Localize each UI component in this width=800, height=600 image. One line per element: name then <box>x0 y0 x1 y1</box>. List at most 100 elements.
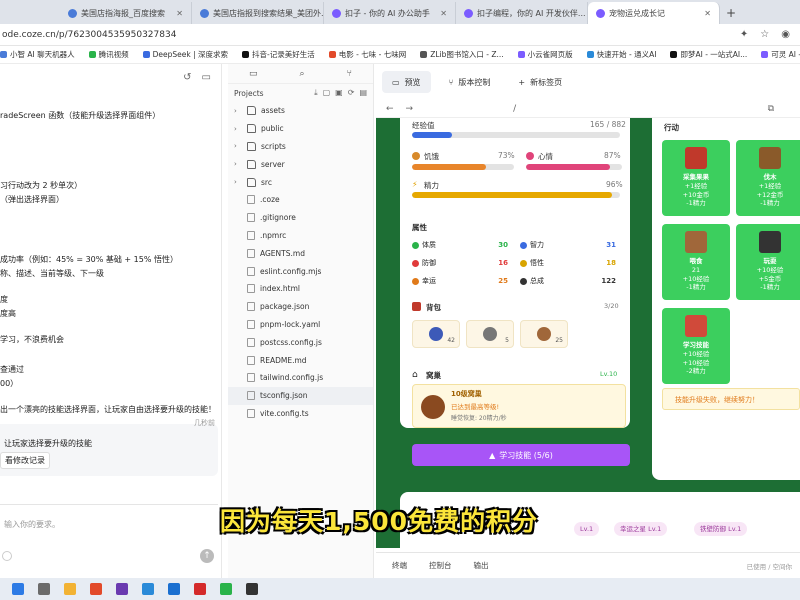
tree-folder[interactable]: › server <box>228 155 373 173</box>
app-icon[interactable] <box>90 583 102 595</box>
attribute-icon <box>520 277 527 285</box>
app-icon[interactable] <box>168 583 180 595</box>
tab-output[interactable]: 输出 <box>474 560 489 571</box>
refresh-icon[interactable]: ⟳ <box>348 88 355 98</box>
action-button[interactable]: 学习技能 +10经验 +10经验 -2精力 <box>662 308 730 384</box>
bag-item[interactable]: 42 <box>412 320 460 348</box>
close-icon[interactable]: ✕ <box>176 9 183 18</box>
backpack-count: 3/20 <box>604 302 619 310</box>
tree-file[interactable]: postcss.config.js <box>228 333 373 351</box>
tree-file[interactable]: eslint.config.mjs <box>228 262 373 280</box>
tree-file[interactable]: .gitignore <box>228 209 373 227</box>
start-icon[interactable] <box>12 583 24 595</box>
wechat-icon[interactable] <box>220 583 232 595</box>
forward-icon[interactable]: → <box>406 104 414 114</box>
chat-line: 学习，不浪费机会 <box>0 335 64 344</box>
browser-tab[interactable]: 美国店指报到搜索结果_美团外...✕ <box>192 2 324 24</box>
bag-item[interactable]: 25 <box>520 320 568 348</box>
tab-console[interactable]: 控制台 <box>429 560 452 571</box>
chat-input-box[interactable]: 输入你的要求。 ↑ <box>0 504 218 568</box>
bookmark-item[interactable]: 腾讯视频 <box>88 49 129 60</box>
browser-icon[interactable] <box>142 583 154 595</box>
new-folder-icon[interactable]: ▣ <box>335 88 343 98</box>
bookmark-item[interactable]: 电影 - 七味 - 七味网 <box>328 49 406 60</box>
bookmark-item[interactable]: 快速开始 - 通义AI <box>586 49 656 60</box>
chat-line: 成功率（例如：45% = 30% 基础 + 15% 悟性） <box>0 255 179 264</box>
view-changes-button[interactable]: 看修改记录 <box>0 452 50 469</box>
tab-new[interactable]: + 新标签页 <box>508 71 572 93</box>
tree-folder[interactable]: › src <box>228 173 373 191</box>
bookmark-star-icon[interactable]: ☆ <box>760 29 769 40</box>
bottom-panel-tabs: 终端 控制台 输出 已使用 / 空间你 <box>376 552 800 578</box>
folder-icon[interactable]: ▭ <box>202 72 211 88</box>
back-icon[interactable]: ← <box>386 104 394 114</box>
attributes-title: 属性 <box>412 223 427 232</box>
git-branch-icon[interactable]: ⑂ <box>347 69 352 79</box>
browser-tab[interactable]: 扣子 - 你的 AI 办公助手 ✕ <box>324 2 456 24</box>
chat-panel: ↺ ▭ radeScreen 函数（技能升级选择界面组件） 习行动改为 2 秒单次… <box>0 64 222 578</box>
attribute-row: 悟性 18 <box>520 258 616 268</box>
tree-file[interactable]: tsconfig.json <box>228 386 373 405</box>
download-icon[interactable]: ⤓ <box>314 88 318 98</box>
bookmark-item[interactable]: 可灵 AI - 新一代 AI... <box>761 49 800 60</box>
open-external-icon[interactable]: ⧉ <box>768 104 800 114</box>
tree-file[interactable]: index.html <box>228 280 373 298</box>
new-tab-button[interactable]: + <box>720 6 742 24</box>
extension-icon[interactable]: ✦ <box>740 29 748 40</box>
attach-icon[interactable] <box>2 551 12 561</box>
browser-tab[interactable]: 扣子编程，你的 AI 开发伙伴...✕ <box>456 2 588 24</box>
tree-folder[interactable]: › assets <box>228 102 373 120</box>
close-icon[interactable]: ✕ <box>704 9 711 18</box>
explorer-folder-icon[interactable]: ▭ <box>249 69 258 79</box>
file-icon <box>247 195 255 205</box>
close-icon[interactable]: ✕ <box>440 9 447 18</box>
bookmark-item[interactable]: 即梦AI - 一站式AI... <box>670 49 747 60</box>
learn-skill-button[interactable]: ▲ 学习技能 (5/6) <box>412 444 630 466</box>
browser-tab[interactable]: 美国店指海报_百度搜索 ✕ <box>60 2 192 24</box>
url-field[interactable]: ode.coze.cn/p/7623004535950327834 <box>0 30 176 40</box>
file-explorer-icon[interactable] <box>64 583 76 595</box>
file-icon <box>247 355 255 365</box>
action-button[interactable]: 玩耍 +10经验 +5金币 -1精力 <box>736 224 800 300</box>
bag-item[interactable]: 5 <box>466 320 514 348</box>
tree-file[interactable]: .npmrc <box>228 227 373 245</box>
tree-folder[interactable]: › scripts <box>228 138 373 156</box>
tree-file[interactable]: README.md <box>228 351 373 369</box>
action-button[interactable]: 采集果果 +1经验 +10金币 -1精力 <box>662 140 730 216</box>
bookmark-icon <box>586 51 594 58</box>
search-icon[interactable]: ⌕ <box>300 69 305 79</box>
tab-version-control[interactable]: ⑂ 版本控制 <box>439 71 501 93</box>
send-icon[interactable]: ↑ <box>200 549 214 563</box>
collapse-icon[interactable]: ▤ <box>359 88 367 98</box>
plus-icon: + <box>518 77 526 87</box>
tree-file[interactable]: pnpm-lock.yaml <box>228 316 373 334</box>
taskview-icon[interactable] <box>38 583 50 595</box>
app-icon[interactable] <box>194 583 206 595</box>
tree-file[interactable]: .coze <box>228 191 373 209</box>
backpack-icon <box>412 302 421 311</box>
browser-tab-active[interactable]: 宠物运兑成长记 ✕ <box>588 2 720 24</box>
tree-file[interactable]: AGENTS.md <box>228 244 373 262</box>
action-button[interactable]: 喂食 21 +10经验 -1精力 <box>662 224 730 300</box>
app-icon[interactable] <box>246 583 258 595</box>
tree-file[interactable]: tailwind.config.js <box>228 369 373 387</box>
bookmark-item[interactable]: 小智 AI 聊天机器人 <box>0 49 75 60</box>
attribute-icon <box>520 259 527 267</box>
tab-terminal[interactable]: 终端 <box>392 560 407 571</box>
tree-file[interactable]: vite.config.ts <box>228 405 373 423</box>
app-icon[interactable] <box>116 583 128 595</box>
history-icon[interactable]: ↺ <box>183 72 191 88</box>
bookmark-item[interactable]: 抖音-记录美好生活 <box>242 49 315 60</box>
tree-file[interactable]: package.json <box>228 298 373 316</box>
attribute-row: 幸运 25 <box>412 276 508 286</box>
new-file-icon[interactable]: ▢ <box>323 88 331 98</box>
tab-preview[interactable]: ▭ 预览 <box>382 71 431 93</box>
bookmark-icon <box>761 51 769 58</box>
preview-path[interactable]: / <box>513 104 516 114</box>
tree-folder[interactable]: › public <box>228 120 373 138</box>
bookmark-item[interactable]: DeepSeek | 深度求索 <box>142 49 228 60</box>
bookmark-item[interactable]: ZLib图书馆入口 - Z... <box>420 49 504 60</box>
profile-icon[interactable]: ◉ <box>781 29 790 40</box>
bookmark-item[interactable]: 小云雀网页版 <box>517 49 573 60</box>
action-button[interactable]: 伐木 +1经验 +12金币 -1精力 <box>736 140 800 216</box>
